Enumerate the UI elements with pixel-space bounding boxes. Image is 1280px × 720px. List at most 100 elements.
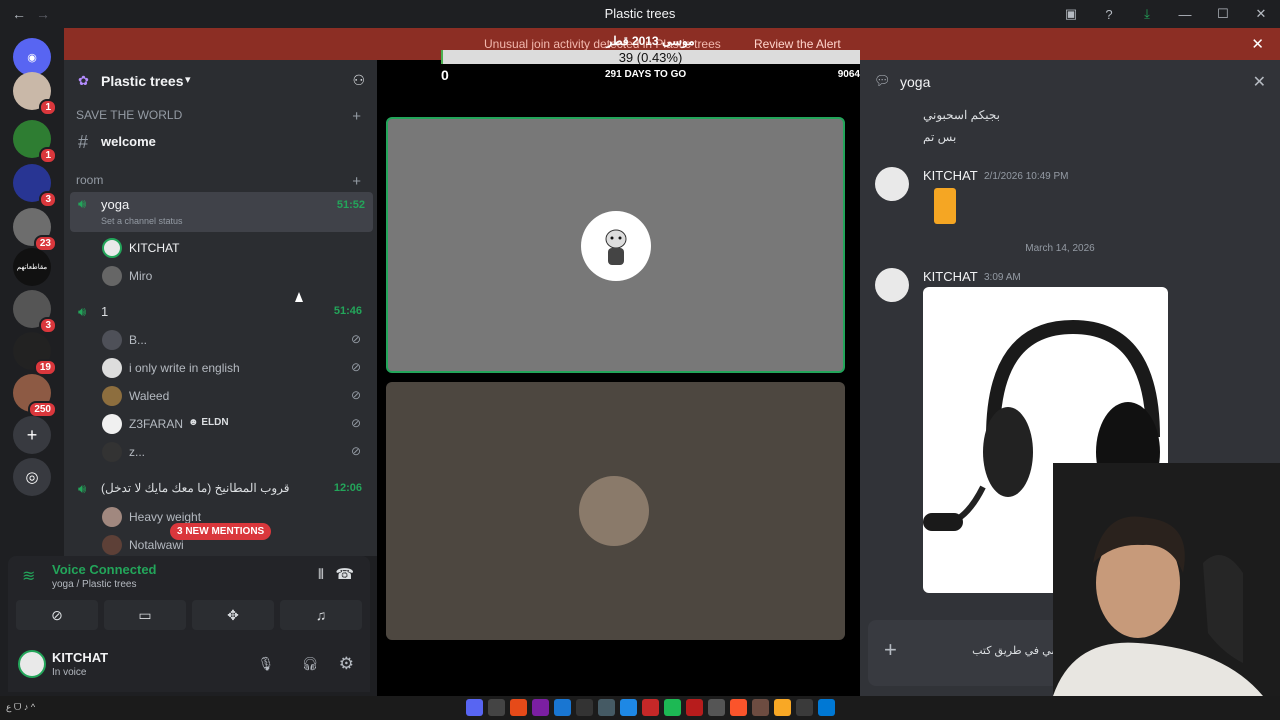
goal-start: 0	[441, 67, 449, 83]
close-window-icon[interactable]: ✕	[1242, 6, 1280, 22]
add-channel-icon[interactable]: +	[352, 173, 361, 190]
guild-2[interactable]: 1	[13, 120, 57, 164]
discord-home-icon[interactable]: ◉	[13, 38, 51, 76]
avatar[interactable]	[875, 268, 909, 302]
add-channel-icon[interactable]: +	[352, 108, 361, 125]
headphones-icon[interactable]: 🎧︎	[301, 656, 318, 672]
avatar	[579, 476, 649, 546]
mouse-cursor	[295, 292, 303, 302]
help-icon[interactable]: ?	[1090, 7, 1128, 22]
message-line: بجيكم اسحبوني	[923, 108, 1000, 122]
invite-people-icon[interactable]: ⚇	[352, 72, 365, 89]
message-author[interactable]: KITCHAT	[923, 168, 978, 183]
close-alert-icon[interactable]: ✕	[1251, 35, 1264, 53]
voice-user[interactable]: Heavy weight	[129, 510, 201, 524]
close-chat-icon[interactable]: ✕	[1253, 72, 1266, 92]
guild-4[interactable]: 23	[13, 208, 57, 252]
goal-target: 9064	[837, 69, 860, 80]
chat-bubble-icon: 💬︎	[874, 73, 891, 88]
discord-taskbar-icon[interactable]	[466, 699, 483, 716]
avatar	[102, 386, 122, 406]
voice-user[interactable]: z...	[129, 445, 145, 459]
new-mentions-badge[interactable]: 3 NEW MENTIONS	[170, 523, 272, 540]
avatar	[581, 211, 651, 281]
speaker-icon: 🔊︎	[78, 304, 87, 319]
guild-7[interactable]: 19	[13, 332, 57, 376]
steam-taskbar-icon[interactable]	[620, 699, 637, 716]
avatar[interactable]	[875, 167, 909, 201]
settings-gear-icon[interactable]: ⚙	[339, 654, 354, 674]
title-bar: ← → Plastic trees ▣ ? ⤓ — ☐ ✕	[0, 0, 1280, 28]
avatar	[102, 535, 122, 555]
voice-user[interactable]: Miro	[129, 269, 152, 283]
hashtag-icon: #	[78, 132, 89, 152]
chat-header: 💬︎ yoga ✕	[860, 60, 1280, 102]
search-taskbar-icon[interactable]	[796, 699, 813, 716]
server-name: Plastic trees	[101, 73, 184, 89]
message-timestamp: 3:09 AM	[984, 272, 1021, 283]
voice-stage: موسى 2013 قطر 39 (0.43%) 0 291 DAYS TO G…	[377, 34, 860, 696]
screen-share-button[interactable]: ▭	[104, 600, 186, 630]
app-taskbar-icon[interactable]	[598, 699, 615, 716]
app-taskbar-icon[interactable]	[554, 699, 571, 716]
guild-8[interactable]: 250	[13, 374, 57, 418]
camera-off-button[interactable]: ⊘	[16, 600, 98, 630]
avatar	[102, 238, 122, 258]
voice-status: Voice Connected	[52, 562, 157, 577]
guild-3[interactable]: 3	[13, 164, 57, 208]
maximize-icon[interactable]: ☐	[1204, 6, 1242, 22]
tiktok-taskbar-icon[interactable]	[576, 699, 593, 716]
voice-user[interactable]: i only write in english	[129, 361, 240, 375]
days-remaining: 291 DAYS TO GO	[605, 69, 687, 80]
voice-user[interactable]: KITCHAT	[129, 241, 179, 255]
guild-6[interactable]: 3	[13, 290, 57, 334]
minimize-icon[interactable]: —	[1166, 7, 1204, 22]
inbox-icon[interactable]: ▣	[1052, 6, 1090, 22]
app-taskbar-icon[interactable]	[752, 699, 769, 716]
signal-icon[interactable]: ≋	[22, 566, 35, 586]
microphone-icon[interactable]: 🎙︎	[257, 656, 274, 672]
brave-taskbar-icon[interactable]	[730, 699, 747, 716]
server-header[interactable]: ✿ Plastic trees ▾ ⚇	[64, 60, 377, 102]
guild-5[interactable]: مقاطعاتهم	[13, 248, 51, 286]
voice-location[interactable]: yoga / Plastic trees	[52, 579, 136, 590]
system-tray[interactable]: ع ᗜ ♪ ^	[6, 702, 35, 713]
guild-1[interactable]: 1	[13, 72, 57, 116]
voice-channel-yoga[interactable]: 🔊︎ yoga 51:52 Set a channel status	[70, 192, 373, 232]
avatar[interactable]	[18, 650, 46, 678]
speaker-icon: 🔊︎	[78, 481, 87, 496]
noise-suppression-icon[interactable]: ⦀	[318, 566, 324, 583]
avatar	[102, 507, 122, 527]
app-taskbar-icon[interactable]	[510, 699, 527, 716]
video-tile-kitchat[interactable]	[386, 117, 845, 373]
download-icon[interactable]: ⤓	[1128, 6, 1166, 22]
voice-user[interactable]: B...	[129, 333, 147, 347]
attach-plus-icon[interactable]: +	[884, 637, 897, 663]
add-server-icon[interactable]: +	[13, 416, 51, 454]
voice-user[interactable]: Notalwawi	[129, 538, 184, 552]
streamer-webcam-overlay	[1053, 463, 1280, 696]
spotify-taskbar-icon[interactable]	[664, 699, 681, 716]
activities-button[interactable]: ✥	[192, 600, 274, 630]
speaker-icon: 🔊︎	[78, 196, 87, 211]
juice-box-sticker	[934, 188, 956, 224]
channel-status[interactable]: Set a channel status	[101, 216, 183, 226]
video-tile-miro[interactable]	[386, 382, 845, 640]
app-taskbar-icon[interactable]	[532, 699, 549, 716]
app-taskbar-icon[interactable]	[488, 699, 505, 716]
app-taskbar-icon[interactable]	[686, 699, 703, 716]
app-taskbar-icon[interactable]	[642, 699, 659, 716]
message-timestamp: 2/1/2026 10:49 PM	[984, 171, 1069, 182]
voice-user[interactable]: Z3FARAN	[129, 417, 183, 431]
soundboard-button[interactable]: ♫	[280, 600, 362, 630]
windows-start-icon[interactable]	[818, 699, 835, 716]
discover-icon[interactable]: ◎	[13, 458, 51, 496]
voice-user[interactable]: Waleed	[129, 389, 169, 403]
date-divider: March 14, 2026	[1025, 243, 1095, 254]
disconnect-icon[interactable]: ☎	[335, 565, 354, 583]
message-author[interactable]: KITCHAT	[923, 269, 978, 284]
app-taskbar-icon[interactable]	[708, 699, 725, 716]
file-explorer-taskbar-icon[interactable]	[774, 699, 791, 716]
goal-progress-label: 39 (0.43%)	[618, 50, 683, 65]
windows-taskbar: ع ᗜ ♪ ^	[0, 696, 1280, 720]
